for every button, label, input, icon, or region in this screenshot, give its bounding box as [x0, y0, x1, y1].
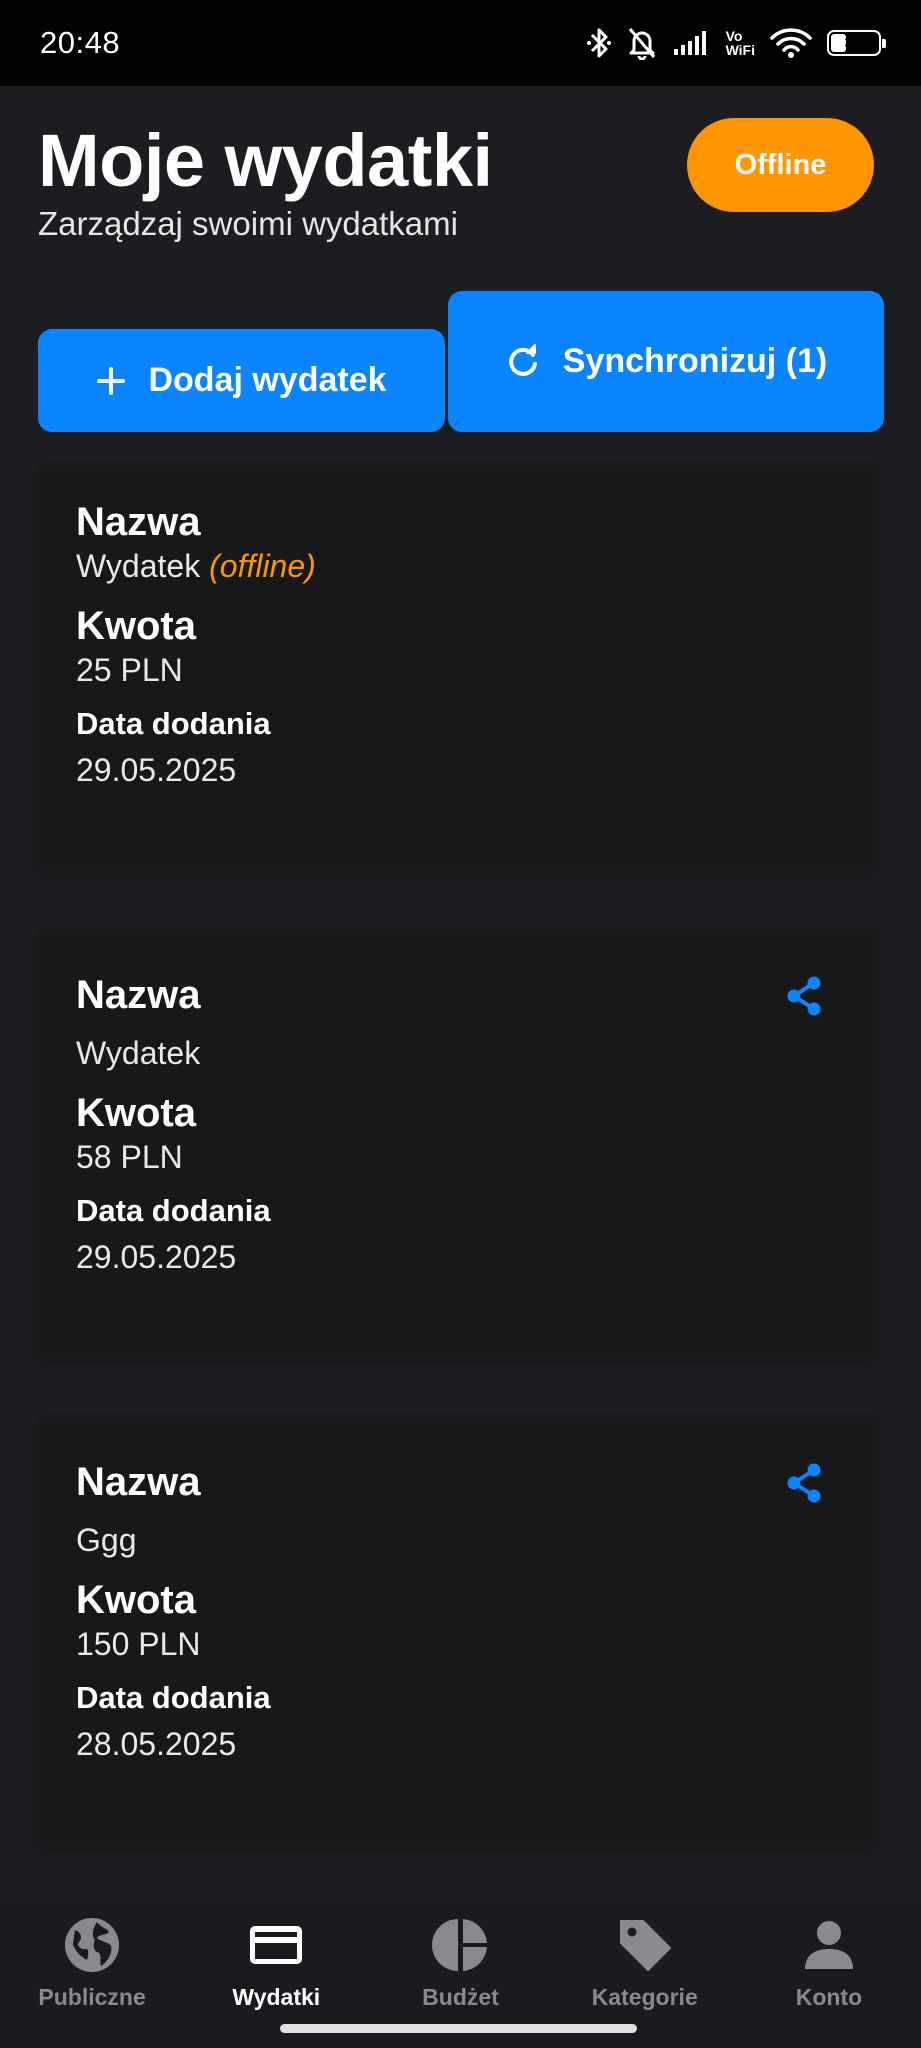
refresh-icon — [509, 343, 537, 376]
nav-label: Konto — [795, 1984, 863, 2010]
page-title: Moje wydatki — [38, 119, 493, 202]
battery-icon: 34 — [827, 30, 886, 56]
status-icons: Vo WiFi 34 — [586, 26, 886, 60]
expense-date: 29.05.2025 — [76, 1239, 237, 1276]
vowifi-icon: Vo WiFi — [726, 29, 755, 57]
date-label: Data dodania — [76, 1680, 271, 1716]
offline-status-badge: Offline — [687, 118, 874, 212]
page-subtitle: Zarządzaj swoimi wydatkami — [38, 205, 458, 242]
status-time: 20:48 — [40, 25, 121, 60]
expense-date: 29.05.2025 — [76, 752, 237, 789]
expense-card: Nazwa Wydatek (offline) Kwota 25 PLN Dat… — [42, 470, 872, 868]
expense-amount: 25 PLN — [76, 651, 183, 688]
date-label: Data dodania — [76, 1193, 271, 1229]
nav-label: Wydatki — [232, 1984, 321, 2010]
expense-amount: 58 PLN — [76, 1138, 183, 1175]
date-label: Data dodania — [76, 706, 271, 742]
tag-icon — [619, 1920, 671, 1971]
offline-tag: (offline) — [209, 548, 316, 584]
wifi-icon — [770, 28, 812, 58]
home-indicator[interactable] — [280, 2024, 637, 2033]
status-bar: 20:48 Vo WiFi 34 — [0, 0, 921, 86]
bluetooth-icon — [586, 28, 611, 58]
vowifi-bottom-label: WiFi — [725, 42, 755, 58]
sync-label: Synchronizuj (1) — [562, 342, 828, 380]
amount-label: Kwota — [76, 603, 196, 648]
vowifi-top-label: Vo — [725, 28, 743, 44]
plus-icon — [97, 366, 126, 395]
sync-button[interactable]: Synchronizuj (1) — [448, 291, 884, 432]
nav-item-publiczne[interactable]: Publiczne — [0, 1898, 184, 2048]
person-icon — [804, 1921, 853, 1969]
nav-label: Publiczne — [38, 1984, 146, 2010]
expense-name: Wydatek (offline) — [76, 546, 838, 588]
expense-amount: 150 PLN — [76, 1625, 201, 1662]
amount-label: Kwota — [76, 1090, 196, 1135]
expense-card: Nazwa Ggg Kwota 150 PLN Data dodania 28.… — [42, 1422, 872, 1840]
name-label: Nazwa — [76, 500, 201, 544]
nav-label: Budżet — [422, 1984, 499, 2010]
expense-name-text: Wydatek — [76, 548, 201, 584]
amount-label: Kwota — [76, 1577, 196, 1622]
share-icon[interactable] — [784, 975, 824, 1017]
bell-off-icon — [628, 28, 655, 60]
share-icon[interactable] — [784, 1462, 824, 1504]
nav-item-konto[interactable]: Konto — [737, 1898, 921, 2048]
globe-icon — [65, 1918, 120, 1972]
nav-label: Kategorie — [591, 1984, 698, 2010]
card-icon — [250, 1926, 303, 1964]
battery-level: 34 — [844, 33, 864, 52]
add-expense-button[interactable]: Dodaj wydatek — [38, 329, 445, 432]
expense-date: 28.05.2025 — [76, 1726, 237, 1763]
expense-name: Ggg — [76, 1522, 137, 1558]
app-screen: 20:48 Vo WiFi 34 Moje wydatki Zarządzaj … — [0, 0, 921, 2048]
expense-card: Nazwa Wydatek Kwota 58 PLN Data dodania … — [42, 935, 872, 1352]
signal-icon — [673, 31, 706, 55]
name-label: Nazwa — [76, 1460, 201, 1504]
name-label: Nazwa — [76, 973, 201, 1017]
expense-name: Wydatek — [76, 1035, 201, 1071]
add-expense-label: Dodaj wydatek — [148, 361, 387, 399]
pie-chart-icon — [431, 1919, 487, 1971]
